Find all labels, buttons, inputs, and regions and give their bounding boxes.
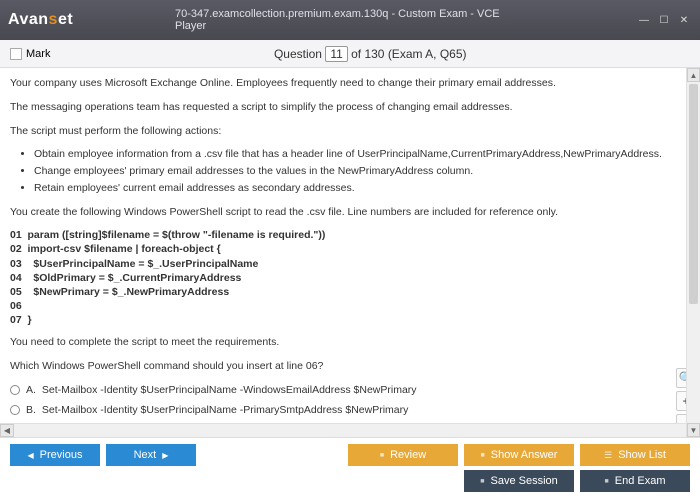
window-controls: — ☐ ✕ bbox=[636, 13, 692, 27]
end-exam-button[interactable]: End Exam bbox=[580, 470, 690, 492]
previous-button[interactable]: Previous bbox=[10, 444, 100, 466]
paragraph: The script must perform the following ac… bbox=[10, 124, 690, 140]
vertical-scrollbar[interactable]: ▲ ▼ bbox=[686, 68, 700, 423]
answer-option[interactable]: B. Set-Mailbox -Identity $UserPrincipalN… bbox=[10, 403, 690, 419]
question-content: Your company uses Microsoft Exchange Onl… bbox=[0, 68, 700, 423]
mark-checkbox[interactable] bbox=[10, 48, 22, 60]
show-list-button[interactable]: Show List bbox=[580, 444, 690, 466]
question-word: Question bbox=[274, 47, 322, 61]
horizontal-scrollbar[interactable]: ◀ ▶ bbox=[0, 423, 700, 437]
list-item: Obtain employee information from a .csv … bbox=[34, 147, 690, 163]
scroll-up-icon[interactable]: ▲ bbox=[687, 68, 700, 82]
question-total: of 130 (Exam A, Q65) bbox=[348, 47, 467, 61]
mark-checkbox-wrap[interactable]: Mark bbox=[10, 48, 50, 60]
paragraph: Which Windows PowerShell command should … bbox=[10, 359, 690, 375]
mark-label: Mark bbox=[26, 48, 50, 60]
answer-text: Set-Mailbox -Identity $UserPrincipalName… bbox=[42, 403, 408, 419]
logo-text-post: et bbox=[58, 11, 73, 28]
logo-accent: s bbox=[49, 11, 58, 28]
answer-option[interactable]: C. Set-Mailbox -Identity $UserPrincipalN… bbox=[10, 422, 690, 423]
answer-letter: C. bbox=[26, 422, 37, 423]
review-button[interactable]: Review bbox=[348, 444, 458, 466]
paragraph: Your company uses Microsoft Exchange Onl… bbox=[10, 76, 690, 92]
paragraph: The messaging operations team has reques… bbox=[10, 100, 690, 116]
maximize-icon[interactable]: ☐ bbox=[656, 13, 672, 27]
show-answer-button[interactable]: Show Answer bbox=[464, 444, 574, 466]
paragraph: You need to complete the script to meet … bbox=[10, 335, 690, 351]
save-session-button[interactable]: Save Session bbox=[464, 470, 574, 492]
footer: Previous Next Review Show Answer Show Li… bbox=[0, 437, 700, 500]
answer-text: Set-Mailbox -Identity $UserPrincipalName… bbox=[42, 383, 417, 399]
radio-icon[interactable] bbox=[10, 385, 20, 395]
question-number: 11 bbox=[325, 46, 347, 62]
minimize-icon[interactable]: — bbox=[636, 13, 652, 27]
close-icon[interactable]: ✕ bbox=[676, 13, 692, 27]
answer-letter: B. bbox=[26, 403, 36, 419]
scroll-track[interactable] bbox=[14, 424, 686, 437]
app-logo: Avanset bbox=[8, 11, 73, 29]
scroll-left-icon[interactable]: ◀ bbox=[0, 424, 14, 437]
answer-list: A. Set-Mailbox -Identity $UserPrincipalN… bbox=[10, 383, 690, 423]
answer-text: Set-Mailbox -Identity $UserPrincipalName… bbox=[43, 422, 414, 423]
list-item: Retain employees' current email addresse… bbox=[34, 181, 690, 197]
question-info: Question 11 of 130 (Exam A, Q65) bbox=[274, 46, 467, 62]
radio-icon[interactable] bbox=[10, 405, 20, 415]
content-wrap: Your company uses Microsoft Exchange Onl… bbox=[0, 68, 700, 437]
list-item: Change employees' primary email addresse… bbox=[34, 164, 690, 180]
paragraph: You create the following Windows PowerSh… bbox=[10, 205, 690, 221]
logo-text: Avan bbox=[8, 11, 49, 28]
answer-option[interactable]: A. Set-Mailbox -Identity $UserPrincipalN… bbox=[10, 383, 690, 399]
next-button[interactable]: Next bbox=[106, 444, 196, 466]
scroll-thumb[interactable] bbox=[689, 84, 698, 304]
window-title: 70-347.examcollection.premium.exam.130q … bbox=[175, 8, 525, 32]
answer-letter: A. bbox=[26, 383, 36, 399]
code-block: 01 param ([string]$filename = $(throw "-… bbox=[10, 228, 690, 327]
question-bar: Mark Question 11 of 130 (Exam A, Q65) bbox=[0, 40, 700, 68]
title-bar: Avanset 70-347.examcollection.premium.ex… bbox=[0, 0, 700, 40]
requirements-list: Obtain employee information from a .csv … bbox=[34, 147, 690, 196]
